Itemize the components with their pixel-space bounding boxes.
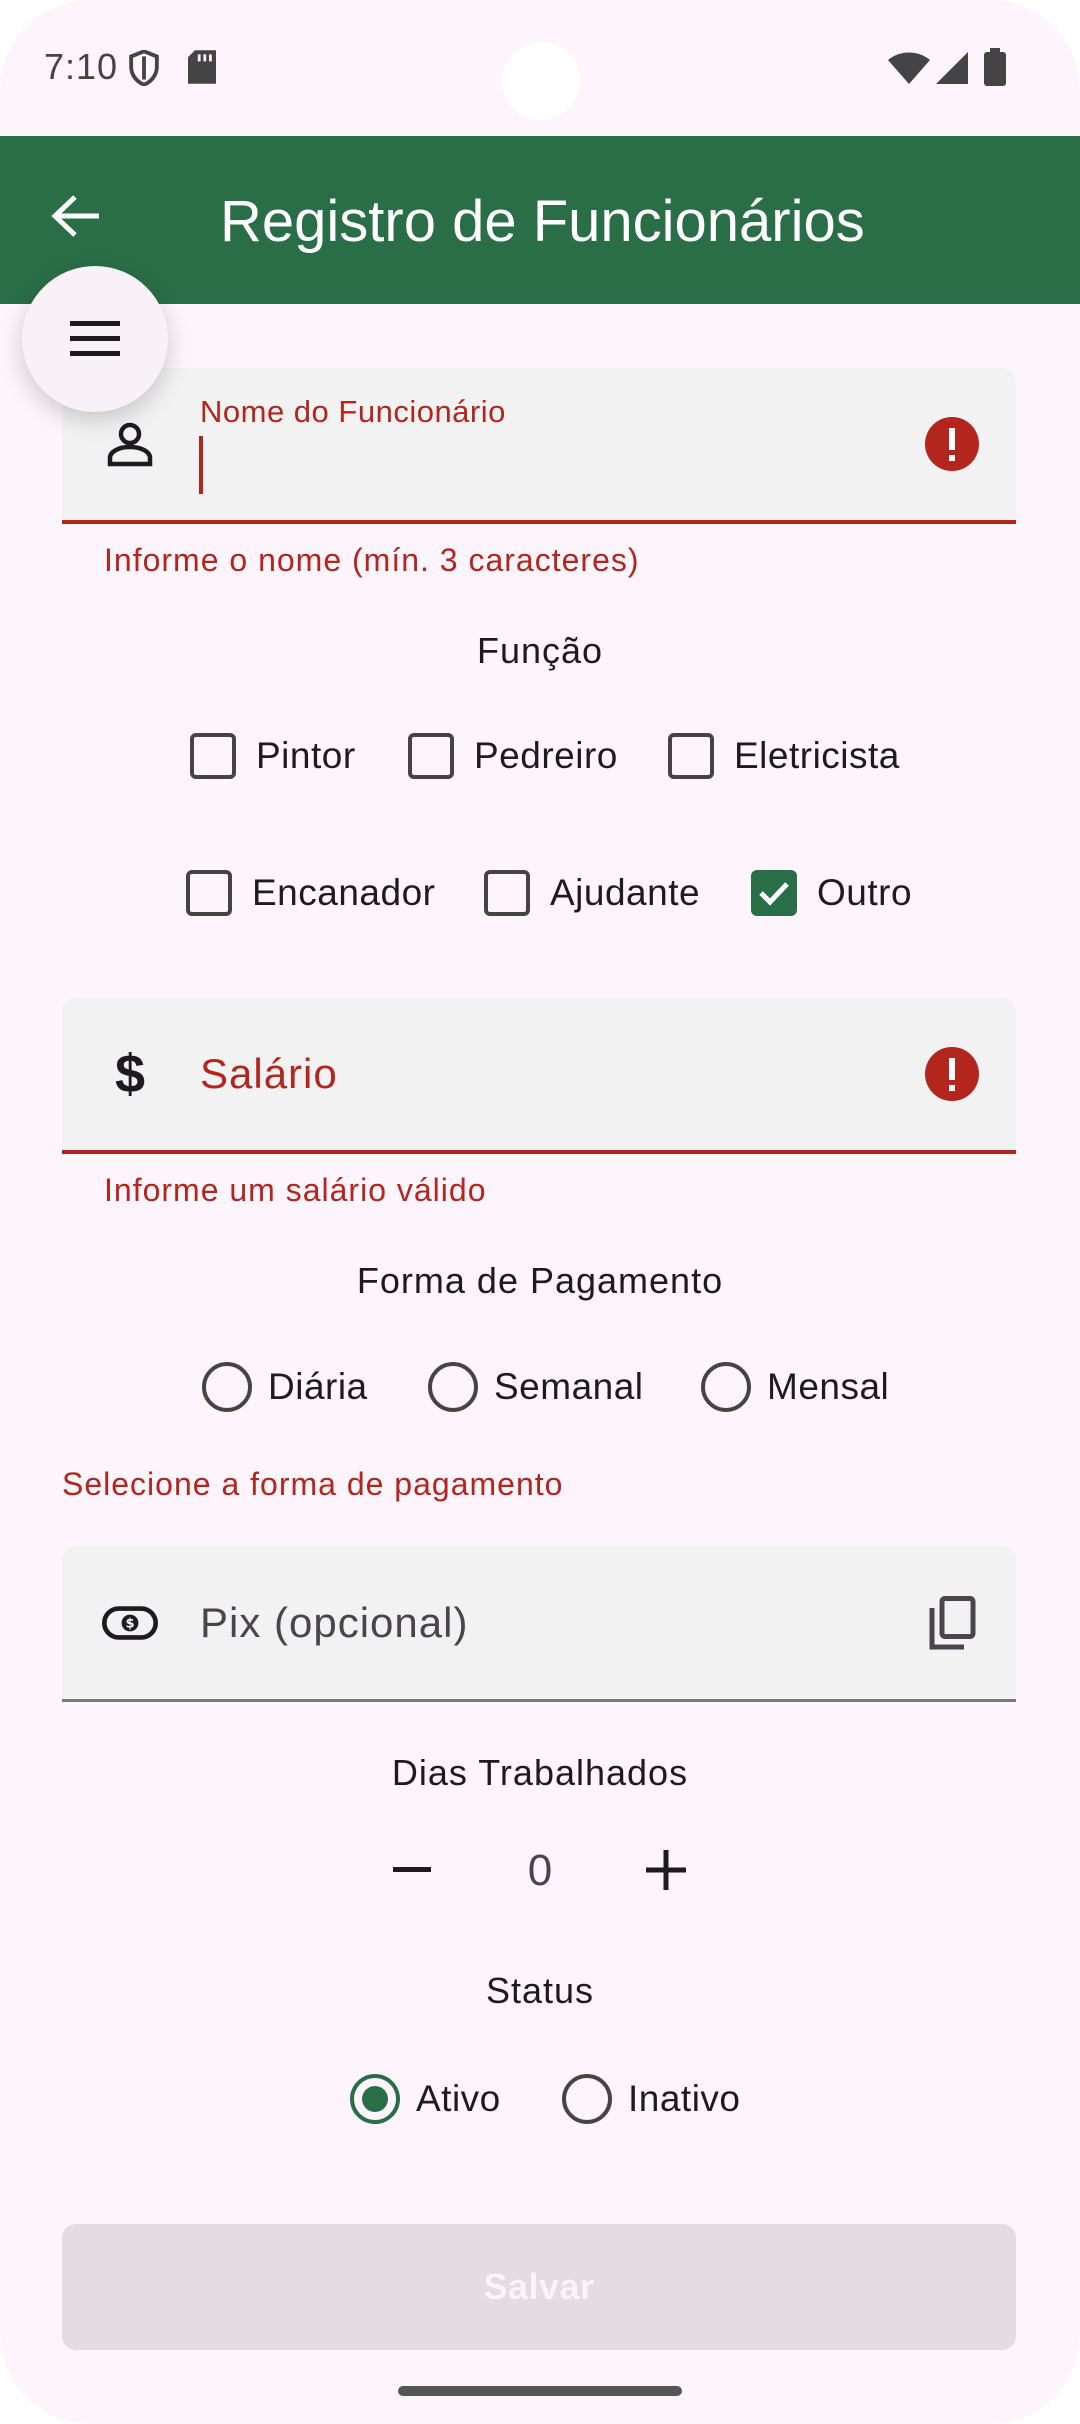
salary-error: Informe um salário válido — [104, 1172, 487, 1208]
check-icon — [759, 882, 789, 906]
radio-button[interactable] — [701, 1362, 751, 1412]
error-icon — [924, 416, 980, 472]
role-checkbox-pintor[interactable]: Pintor — [190, 733, 356, 779]
radio-button-selected[interactable] — [350, 2074, 400, 2124]
decrement-button[interactable] — [372, 1830, 452, 1910]
shield-icon — [128, 49, 160, 91]
checkbox-box-checked[interactable] — [751, 870, 797, 916]
sd-card-icon — [188, 50, 216, 89]
radio-label: Mensal — [767, 1366, 890, 1407]
role-checkbox-pedreiro[interactable]: Pedreiro — [408, 733, 618, 779]
days-worked-value: 0 — [527, 1846, 553, 1895]
pix-field[interactable]: $ Pix (opcional) — [62, 1546, 1016, 1702]
plus-icon — [646, 1850, 686, 1890]
payment-radio-diaria[interactable]: Diária — [202, 1362, 368, 1412]
camera-cutout — [502, 42, 580, 120]
checkbox-box[interactable] — [190, 733, 236, 779]
role-checkbox-encanador[interactable]: Encanador — [186, 870, 435, 916]
checkbox-box[interactable] — [484, 870, 530, 916]
days-section-title: Dias Trabalhados — [391, 1752, 689, 1793]
checkbox-label: Encanador — [252, 872, 436, 913]
text-cursor — [199, 436, 203, 494]
status-radio-inativo[interactable]: Inativo — [562, 2074, 741, 2124]
payment-error: Selecione a forma de pagamento — [62, 1466, 564, 1502]
checkbox-box[interactable] — [668, 733, 714, 779]
radio-label: Semanal — [494, 1366, 644, 1407]
radio-label: Diária — [268, 1366, 368, 1407]
employee-name-field[interactable]: Nome do Funcionário — [62, 368, 1016, 524]
increment-button[interactable] — [626, 1830, 706, 1910]
role-section-title: Função — [476, 630, 604, 671]
payment-section-title: Forma de Pagamento — [356, 1260, 724, 1301]
save-button[interactable]: Salvar — [62, 2224, 1016, 2350]
back-button[interactable] — [36, 176, 116, 256]
app-bar: Registro de Funcionários — [0, 136, 1080, 304]
radio-button[interactable] — [562, 2074, 612, 2124]
minus-icon — [393, 1867, 431, 1872]
status-radio-ativo[interactable]: Ativo — [350, 2074, 501, 2124]
status-section-title: Status — [485, 1970, 595, 2011]
checkbox-label: Ajudante — [550, 872, 701, 913]
salary-label: Salário — [200, 1050, 338, 1097]
employee-name-label: Nome do Funcionário — [200, 394, 506, 429]
app-screen: 7:10 Registro de Funcionários Nome do Fu… — [0, 0, 1080, 2424]
cellular-signal-icon — [936, 52, 968, 89]
salary-field[interactable]: $ Salário — [62, 998, 1016, 1154]
money-icon: $ — [102, 1595, 158, 1651]
checkbox-label: Pedreiro — [474, 735, 618, 776]
checkbox-box[interactable] — [186, 870, 232, 916]
error-icon — [924, 1046, 980, 1102]
dollar-icon: $ — [114, 1044, 146, 1104]
checkbox-box[interactable] — [408, 733, 454, 779]
role-checkbox-outro[interactable]: Outro — [751, 870, 912, 916]
radio-label: Ativo — [416, 2078, 501, 2119]
home-indicator[interactable] — [398, 2386, 682, 2396]
menu-fab-button[interactable] — [22, 266, 168, 412]
battery-icon — [984, 48, 1006, 91]
payment-radio-mensal[interactable]: Mensal — [701, 1362, 889, 1412]
checkbox-label: Eletricista — [734, 735, 900, 776]
menu-icon — [70, 321, 120, 356]
role-checkbox-ajudante[interactable]: Ajudante — [484, 870, 700, 916]
wifi-icon — [888, 52, 930, 89]
status-time: 7:10 — [44, 46, 119, 87]
payment-radio-semanal[interactable]: Semanal — [428, 1362, 644, 1412]
person-icon — [102, 416, 158, 472]
radio-button[interactable] — [202, 1362, 252, 1412]
copy-icon[interactable] — [924, 1595, 980, 1651]
svg-text:$: $ — [125, 1616, 134, 1631]
status-bar: 7:10 — [0, 0, 1080, 136]
page-title: Registro de Funcionários — [220, 189, 865, 254]
employee-name-error: Informe o nome (mín. 3 caracteres) — [104, 542, 640, 578]
arrow-back-icon — [51, 195, 99, 237]
checkbox-label: Pintor — [256, 735, 356, 776]
checkbox-label: Outro — [817, 872, 913, 913]
radio-label: Inativo — [628, 2078, 741, 2119]
radio-button[interactable] — [428, 1362, 478, 1412]
role-checkbox-eletricista[interactable]: Eletricista — [668, 733, 900, 779]
pix-placeholder: Pix (opcional) — [200, 1598, 469, 1646]
